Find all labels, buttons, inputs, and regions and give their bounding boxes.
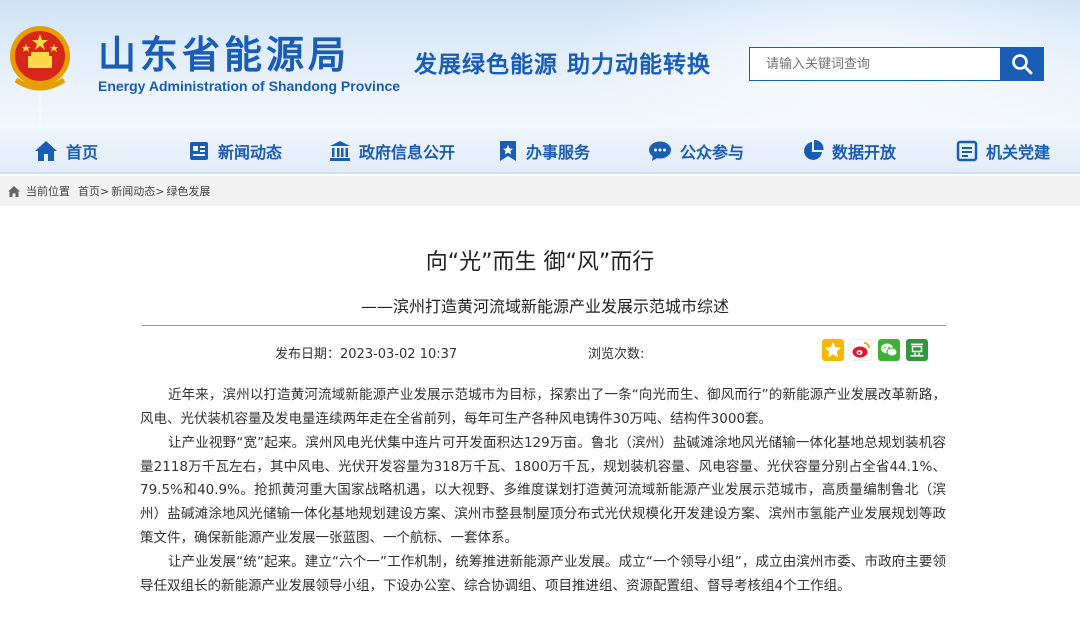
breadcrumb-label: 当前位置 <box>26 185 70 198</box>
weibo-icon <box>852 342 870 358</box>
article-paragraph: 让产业视野“宽”起来。滨州风电光伏集中连片可开发面积达129万亩。鲁北（滨州）盐… <box>140 435 946 546</box>
nav-item-news[interactable]: 新闻动态 <box>188 128 282 174</box>
home-icon <box>35 141 57 161</box>
nav-item-party-building[interactable]: 机关党建 <box>956 128 1050 174</box>
title-divider <box>142 325 946 326</box>
breadcrumb-link-home[interactable]: 首页 <box>78 183 100 199</box>
nav-item-label: 机关党建 <box>986 143 1051 162</box>
view-count: 浏览次数: <box>588 343 644 362</box>
article-paragraph: 近年来，滨州以打造黄河流域新能源产业发展示范城市为目标，探索出了一条“向光而生、… <box>140 387 946 427</box>
breadcrumb-link-news[interactable]: 新闻动态 <box>111 183 155 199</box>
main-nav: 首页 新闻动态 政府信息公开 办事服务 公众参与 数据开放 机关党建 <box>0 128 1080 174</box>
bookmark-star-icon <box>500 141 516 161</box>
government-building-icon <box>330 141 350 161</box>
nav-item-gov-info[interactable]: 政府信息公开 <box>329 128 455 174</box>
news-icon <box>190 142 208 160</box>
home-icon <box>8 185 20 197</box>
article-title: 向“光”而生 御“风”而行 <box>425 250 655 275</box>
publish-date-value: 2023-03-02 10:37 <box>340 347 458 362</box>
breadcrumb-link-green[interactable]: 绿色发展 <box>166 183 210 199</box>
chat-bubble-icon <box>649 141 671 161</box>
nav-item-label: 首页 <box>66 143 99 162</box>
site-title: 山东省能源局 <box>98 33 351 77</box>
publish-date: 发布日期：2023-03-02 10:37 <box>275 343 457 362</box>
nav-item-home[interactable]: 首页 <box>34 128 98 174</box>
breadcrumb-separator: > <box>155 184 165 198</box>
nav-item-label: 数据开放 <box>832 143 897 162</box>
share-douban-button[interactable] <box>906 339 928 361</box>
view-count-label: 浏览次数: <box>588 347 645 362</box>
search-input[interactable] <box>749 47 1000 81</box>
share-qzone-button[interactable] <box>822 339 844 361</box>
site-header: 山东省能源局 Energy Administration of Shandong… <box>0 0 1080 128</box>
publish-date-label: 发布日期： <box>275 347 341 362</box>
breadcrumb-separator: > <box>100 184 110 198</box>
search-icon <box>1012 54 1033 75</box>
qzone-star-icon <box>825 342 841 358</box>
nav-item-participation[interactable]: 公众参与 <box>648 128 744 174</box>
search-button[interactable] <box>1000 47 1044 81</box>
nav-item-open-data[interactable]: 数据开放 <box>802 128 896 174</box>
nav-item-services[interactable]: 办事服务 <box>498 128 590 174</box>
article-subtitle: ——滨州打造黄河流域新能源产业发展示范城市综述 <box>360 297 729 316</box>
share-wechat-button[interactable] <box>878 339 900 361</box>
site-subtitle: Energy Administration of Shandong Provin… <box>98 78 401 94</box>
pie-chart-icon <box>804 140 824 160</box>
party-building-icon <box>956 140 978 162</box>
nav-item-label: 政府信息公开 <box>359 143 456 162</box>
national-emblem-icon <box>10 26 70 91</box>
article-body: 近年来，滨州以打造黄河流域新能源产业发展示范城市为目标，探索出了一条“向光而生、… <box>140 384 946 599</box>
douban-icon <box>910 343 924 357</box>
share-weibo-button[interactable] <box>850 339 872 361</box>
article-paragraph: 让产业发展“统”起来。建立“六个一”工作机制，统筹推进新能源产业发展。成立“一个… <box>140 554 946 594</box>
site-slogan: 发展绿色能源 助力动能转换 <box>414 52 712 78</box>
nav-item-label: 办事服务 <box>526 143 591 162</box>
nav-item-label: 新闻动态 <box>218 143 283 162</box>
wechat-icon <box>881 343 898 357</box>
share-bar <box>822 339 928 361</box>
breadcrumb: 当前位置 首页 > 新闻动态 > 绿色发展 <box>0 176 1080 206</box>
nav-item-label: 公众参与 <box>680 143 745 162</box>
